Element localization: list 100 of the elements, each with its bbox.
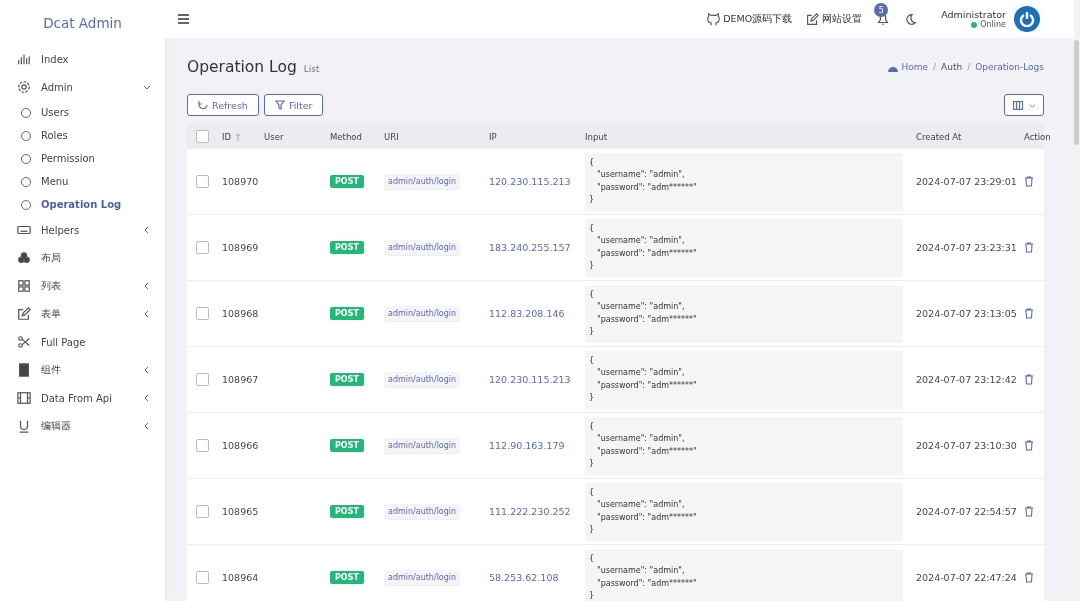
breadcrumb-item: Auth xyxy=(941,62,963,72)
nav-link[interactable]: DEMO源码下载 xyxy=(707,12,793,26)
brand-logo[interactable]: Dcat Admin xyxy=(0,0,165,45)
ip-link[interactable]: 120.230.115.213 xyxy=(489,176,585,187)
trash-icon[interactable] xyxy=(1024,308,1034,319)
method-tag: POST xyxy=(330,505,364,518)
table-cell-text: 2024-07-07 23:23:31 xyxy=(916,242,1018,253)
chevron-left-icon xyxy=(143,393,151,402)
method-tag: POST xyxy=(330,175,364,188)
method-tag: POST xyxy=(330,571,364,584)
trash-icon[interactable] xyxy=(1024,440,1034,451)
json-block: { "username": "admin", "password": "adm******" } xyxy=(585,548,903,601)
table-cell-text: 108969 xyxy=(222,242,260,253)
sidebar-subitem[interactable]: Roles xyxy=(0,124,165,147)
chevron-left-icon xyxy=(143,281,151,290)
underline-icon xyxy=(17,419,31,433)
ip-link[interactable]: 58.253.62.108 xyxy=(489,572,585,583)
table-cell-text: 108967 xyxy=(222,374,260,385)
json-block: { "username": "admin", "password": "adm******" } xyxy=(585,350,903,409)
sidebar-item[interactable]: Index xyxy=(0,45,165,73)
select-all-checkbox[interactable] xyxy=(196,130,209,143)
scrollbar-thumb[interactable] xyxy=(1074,40,1079,145)
chevron-left-icon xyxy=(143,365,151,374)
sidebar-subitem[interactable]: Permission xyxy=(0,147,165,170)
keyboard-icon xyxy=(17,223,31,237)
ip-link[interactable]: 183.240.255.157 xyxy=(489,242,585,253)
filter-icon xyxy=(274,100,285,110)
sidebar-item[interactable]: 列表 xyxy=(0,272,165,300)
json-block: { "username": "admin", "password": "adm******" } xyxy=(585,284,903,343)
user-status: Online xyxy=(980,20,1006,29)
column-header: IP xyxy=(489,131,498,142)
scissors-icon xyxy=(17,335,31,349)
table-cell-text: 2024-07-07 23:13:05 xyxy=(916,308,1018,319)
chevron-left-icon xyxy=(143,225,151,234)
row-checkbox[interactable] xyxy=(196,439,209,452)
json-block: { "username": "admin", "password": "adm******" } xyxy=(585,218,903,277)
menu-icon[interactable] xyxy=(178,14,189,24)
column-header: User xyxy=(264,131,285,142)
uri-tag: admin/auth/login xyxy=(384,438,461,453)
table-cell-text: 2024-07-07 23:12:42 xyxy=(916,374,1018,385)
table-cell-text: 2024-07-07 23:10:30 xyxy=(916,440,1018,451)
table-cell-text: 108964 xyxy=(222,572,260,583)
uri-tag: admin/auth/login xyxy=(384,240,461,255)
github-icon xyxy=(707,12,721,26)
method-tag: POST xyxy=(330,439,364,452)
gear-icon xyxy=(17,80,31,94)
sidebar-item[interactable]: 布局 xyxy=(0,244,165,272)
caret-icon xyxy=(1028,101,1036,109)
columns-icon xyxy=(1012,100,1023,110)
sidebar-subitem[interactable]: Operation Log xyxy=(0,193,165,216)
trash-icon[interactable] xyxy=(1024,176,1034,187)
column-header[interactable]: ID xyxy=(222,131,232,142)
row-checkbox[interactable] xyxy=(196,373,209,386)
trash-icon[interactable] xyxy=(1024,506,1034,517)
column-header: Input xyxy=(585,131,608,142)
json-block: { "username": "admin", "password": "adm******" } xyxy=(585,152,903,211)
ip-link[interactable]: 111.222.230.252 xyxy=(489,506,585,517)
sidebar-subitem[interactable]: Users xyxy=(0,101,165,124)
json-block: { "username": "admin", "password": "adm******" } xyxy=(585,482,903,541)
sidebar-item[interactable]: Admin xyxy=(0,73,165,101)
breadcrumb-link[interactable]: Operation-Logs xyxy=(975,62,1044,72)
trash-icon[interactable] xyxy=(1024,242,1034,253)
page-subtitle: List xyxy=(303,64,320,74)
ip-link[interactable]: 112.83.208.146 xyxy=(489,308,585,319)
sidebar-item[interactable]: Data From Api xyxy=(0,384,165,412)
sidebar-item[interactable]: Helpers xyxy=(0,216,165,244)
column-header: URI xyxy=(384,131,400,142)
uri-tag: admin/auth/login xyxy=(384,372,461,387)
film-icon xyxy=(17,391,31,405)
ip-link[interactable]: 120.230.115.213 xyxy=(489,374,585,385)
breadcrumb-separator: / xyxy=(933,62,937,72)
breadcrumb-link[interactable]: Home xyxy=(888,62,928,72)
row-checkbox[interactable] xyxy=(196,505,209,518)
bar-chart-icon xyxy=(17,52,31,66)
method-tag: POST xyxy=(330,307,364,320)
sidebar-item[interactable]: Full Page xyxy=(0,328,165,356)
column-header: Created At xyxy=(916,131,963,142)
nav-link[interactable]: 网站设置 xyxy=(806,12,863,26)
row-checkbox[interactable] xyxy=(196,571,209,584)
row-checkbox[interactable] xyxy=(196,307,209,320)
edit-icon xyxy=(806,12,820,26)
refresh-button[interactable]: Refresh xyxy=(187,94,259,116)
avatar[interactable] xyxy=(1014,6,1040,32)
row-checkbox[interactable] xyxy=(196,175,209,188)
ip-link[interactable]: 112.90.163.179 xyxy=(489,440,585,451)
filter-button[interactable]: Filter xyxy=(263,94,324,116)
row-checkbox[interactable] xyxy=(196,241,209,254)
sidebar-subitem[interactable]: Menu xyxy=(0,170,165,193)
trash-icon[interactable] xyxy=(1024,572,1034,583)
sidebar-item[interactable]: 组件 xyxy=(0,356,165,384)
sidebar-item[interactable]: 编辑器 xyxy=(0,412,165,440)
table-cell-text: 108966 xyxy=(222,440,260,451)
method-tag: POST xyxy=(330,373,364,386)
table-cell-text: 2024-07-07 22:54:57 xyxy=(916,506,1018,517)
columns-button[interactable] xyxy=(1004,94,1044,116)
table-cell-text: 2024-07-07 22:47:24 xyxy=(916,572,1018,583)
trash-icon[interactable] xyxy=(1024,374,1034,385)
status-dot xyxy=(971,21,978,28)
uri-tag: admin/auth/login xyxy=(384,306,461,321)
sidebar-item[interactable]: 表单 xyxy=(0,300,165,328)
